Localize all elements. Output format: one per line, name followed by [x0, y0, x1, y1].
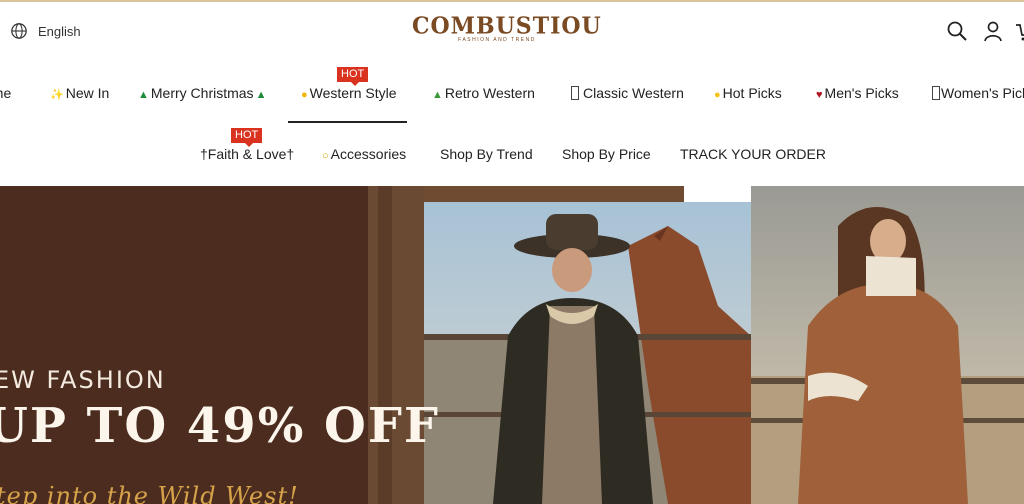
- hot-badge: HOT: [231, 128, 263, 147]
- hero-photo: [368, 186, 1024, 504]
- site-logo[interactable]: COMBUSTIOU FASHION AND TREND: [412, 12, 602, 43]
- hero-banner[interactable]: EW FASHION UP TO 49% OFF tep into the Wi…: [0, 186, 1024, 504]
- search-icon[interactable]: [946, 20, 968, 42]
- sun-icon: ●: [714, 89, 721, 101]
- sparkle-icon: ✨: [50, 89, 64, 101]
- nav-item-merry-christmas[interactable]: ▲ Merry Christmas ▲: [138, 85, 268, 101]
- nav-label: Men's Picks: [824, 85, 899, 101]
- nav-item-shop-by-trend[interactable]: Shop By Trend: [440, 146, 533, 162]
- nav-item-mens-picks[interactable]: ♥ Men's Picks: [816, 85, 899, 101]
- hand-icon: ●: [301, 89, 308, 101]
- nav-label: Merry Christmas: [150, 85, 254, 101]
- hero-text-panel: [0, 186, 368, 504]
- nav-item-new-in[interactable]: ✨ New In: [50, 85, 109, 101]
- nav-item-accessories[interactable]: ○ Accessories: [322, 146, 406, 162]
- top-accent-line: [0, 0, 1024, 2]
- ring-icon: ○: [322, 150, 329, 162]
- active-nav-underline: [288, 121, 407, 123]
- nav-item-shop-by-price[interactable]: Shop By Price: [562, 146, 651, 162]
- heart-icon: ♥: [816, 89, 823, 101]
- account-icon[interactable]: [982, 20, 1004, 42]
- nav-label: Women's Pick: [941, 85, 1024, 101]
- tree-icon: ▲: [255, 89, 267, 101]
- nav-item-classic-western[interactable]: Classic Western: [571, 85, 684, 101]
- logo-text: COMBUSTIOU: [412, 12, 602, 40]
- hot-badge: HOT: [337, 67, 369, 86]
- nav-label: Retro Western: [444, 85, 535, 101]
- nav-label: New In: [65, 85, 110, 101]
- nav-label: Accessories: [330, 146, 407, 162]
- nav-item-western-style[interactable]: ● Western Style: [301, 85, 397, 101]
- nav-item-home[interactable]: ome: [0, 85, 11, 101]
- placeholder-icon: [932, 86, 940, 100]
- cart-icon[interactable]: [1016, 20, 1024, 42]
- globe-icon: [11, 23, 27, 39]
- mountain-icon: ▲: [432, 89, 443, 101]
- nav-item-track-order[interactable]: TRACK YOUR ORDER: [680, 146, 826, 162]
- language-label: English: [38, 23, 81, 39]
- nav-item-retro-western[interactable]: ▲ Retro Western: [432, 85, 535, 101]
- nav-item-faith-love[interactable]: †Faith & Love†: [200, 146, 294, 162]
- language-selector[interactable]: English: [10, 22, 81, 40]
- hero-tagline: tep into the Wild West!: [0, 482, 299, 504]
- nav-label: Western Style: [309, 85, 397, 101]
- nav-label: Classic Western: [583, 85, 684, 101]
- hero-discount: UP TO 49% OFF: [0, 398, 440, 454]
- hero-headline: EW FASHION: [0, 366, 166, 394]
- placeholder-icon: [571, 86, 579, 100]
- nav-item-womens-picks[interactable]: Women's Pick: [932, 85, 1024, 101]
- nav-item-hot-picks[interactable]: ● Hot Picks: [714, 85, 782, 101]
- tree-icon: ▲: [138, 89, 149, 101]
- nav-label: Hot Picks: [722, 85, 782, 101]
